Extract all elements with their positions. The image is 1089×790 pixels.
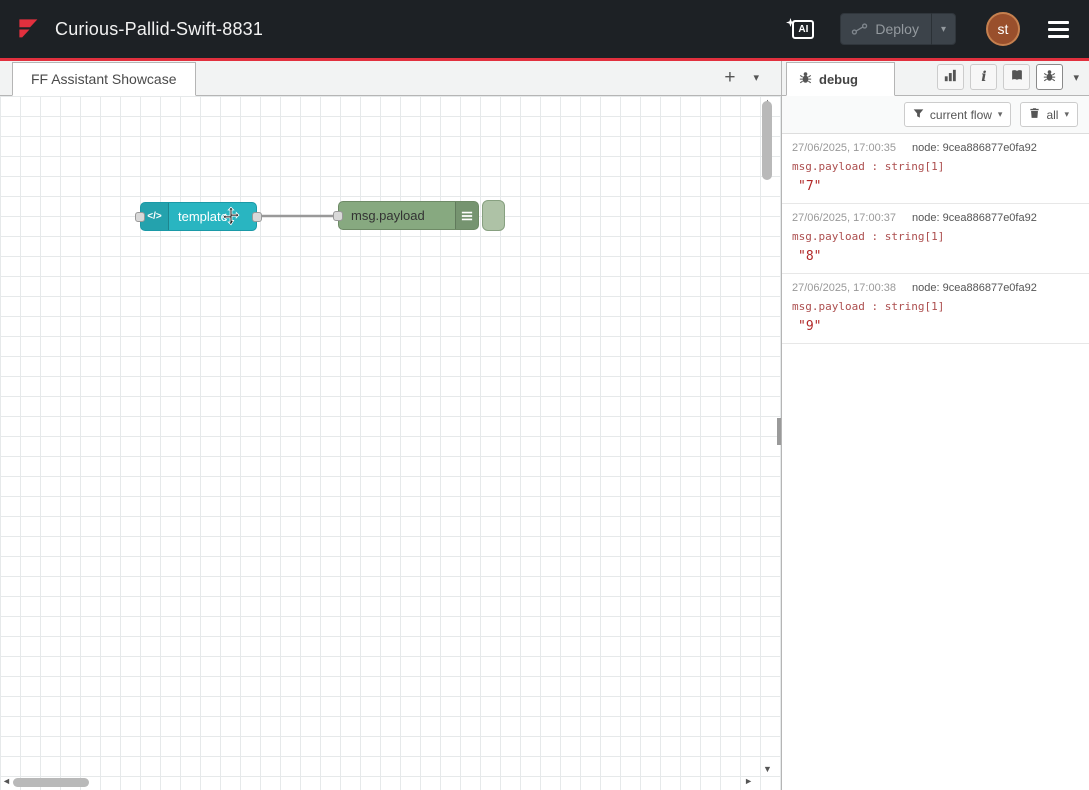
deploy-icon xyxy=(851,22,868,36)
debug-list-icon xyxy=(455,202,478,229)
message-node-id: node: 9cea886877e0fa92 xyxy=(912,282,1037,294)
ai-assistant-button[interactable]: AI xyxy=(792,20,814,39)
sidebar-tab-list-chevron[interactable]: ▾ xyxy=(1069,71,1083,84)
workspace: FF Assistant Showcase + ▾ </> template xyxy=(0,61,781,790)
tab-actions: + ▾ xyxy=(724,68,781,95)
message-timestamp: 27/06/2025, 17:00:38 xyxy=(792,282,896,294)
debug-message[interactable]: 27/06/2025, 17:00:35 node: 9cea886877e0f… xyxy=(782,134,1089,204)
canvas-horizontal-scrollbar[interactable]: ◄ ► xyxy=(0,776,757,789)
debug-node-label: msg.payload xyxy=(339,208,455,223)
scroll-right-arrow[interactable]: ► xyxy=(744,776,753,786)
canvas-vertical-scrollbar[interactable]: ▲ ▼ xyxy=(761,96,774,790)
scroll-down-arrow[interactable]: ▼ xyxy=(761,764,774,774)
deploy-button[interactable]: Deploy ▾ xyxy=(840,13,956,45)
template-input-port[interactable] xyxy=(135,212,145,222)
debug-message[interactable]: 27/06/2025, 17:00:37 node: 9cea886877e0f… xyxy=(782,204,1089,274)
add-flow-button[interactable]: + xyxy=(724,68,735,87)
template-node-label: template xyxy=(169,209,228,224)
debug-message-list: 27/06/2025, 17:00:35 node: 9cea886877e0f… xyxy=(782,134,1089,790)
deploy-label: Deploy xyxy=(875,21,919,37)
message-property: msg.payload : string[1] xyxy=(792,230,1079,243)
flow-tabbar: FF Assistant Showcase + ▾ xyxy=(0,61,781,96)
message-value: "8" xyxy=(792,249,1079,264)
instance-title: Curious-Pallid-Swift-8831 xyxy=(55,19,263,40)
dashboard-chart-button[interactable] xyxy=(937,64,964,90)
sparkle-icon xyxy=(786,15,795,30)
debug-clear-label: all xyxy=(1046,108,1058,122)
main-area: FF Assistant Showcase + ▾ </> template xyxy=(0,61,1089,790)
message-property: msg.payload : string[1] xyxy=(792,160,1079,173)
debug-message[interactable]: 27/06/2025, 17:00:38 node: 9cea886877e0f… xyxy=(782,274,1089,344)
message-node-id: node: 9cea886877e0fa92 xyxy=(912,142,1037,154)
sidebar-tabbar: debug i xyxy=(782,61,1089,96)
sidebar-resize-grip[interactable] xyxy=(777,418,781,445)
book-icon xyxy=(1010,69,1024,85)
debug-tab-button[interactable] xyxy=(1036,64,1063,90)
debug-filter-toolbar: current flow ▾ all ▾ xyxy=(782,96,1089,134)
scroll-left-arrow[interactable]: ◄ xyxy=(2,776,11,786)
deploy-options-chevron[interactable]: ▾ xyxy=(932,24,955,35)
bug-icon xyxy=(1043,69,1056,85)
main-menu-button[interactable] xyxy=(1044,17,1073,42)
ai-label: AI xyxy=(792,20,814,39)
debug-enable-toggle[interactable] xyxy=(482,200,505,231)
debug-input-port[interactable] xyxy=(333,211,343,221)
template-code-icon: </> xyxy=(141,203,169,230)
bug-icon xyxy=(799,71,812,87)
template-output-port[interactable] xyxy=(252,212,262,222)
vertical-scroll-thumb[interactable] xyxy=(762,101,772,180)
debug-clear-button[interactable]: all ▾ xyxy=(1020,102,1078,127)
message-timestamp: 27/06/2025, 17:00:37 xyxy=(792,212,896,224)
flow-canvas[interactable]: </> template msg.payload xyxy=(0,96,781,790)
bar-chart-icon xyxy=(944,69,957,85)
horizontal-scroll-thumb[interactable] xyxy=(13,778,89,787)
message-timestamp: 27/06/2025, 17:00:35 xyxy=(792,142,896,154)
template-node[interactable]: </> template xyxy=(140,202,257,231)
flowfuse-logo-icon xyxy=(16,16,43,43)
sidebar-tab-debug-label: debug xyxy=(819,72,858,87)
message-value: "7" xyxy=(792,179,1079,194)
funnel-icon xyxy=(913,108,924,122)
sidebar-icon-buttons: i ▾ xyxy=(937,64,1089,95)
sidebar-tab-debug[interactable]: debug xyxy=(786,62,895,96)
flow-tab-label: FF Assistant Showcase xyxy=(31,71,177,87)
trash-icon xyxy=(1029,107,1040,122)
app-window: Curious-Pallid-Swift-8831 AI Deploy ▾ st xyxy=(0,0,1089,790)
flow-list-chevron[interactable]: ▾ xyxy=(753,71,759,84)
info-icon: i xyxy=(981,70,986,84)
right-sidebar: debug i xyxy=(781,61,1089,790)
message-node-id: node: 9cea886877e0fa92 xyxy=(912,212,1037,224)
flow-tab-active[interactable]: FF Assistant Showcase xyxy=(12,62,196,96)
help-tab-button[interactable] xyxy=(1003,64,1030,90)
debug-node[interactable]: msg.payload xyxy=(338,201,479,230)
app-header: Curious-Pallid-Swift-8831 AI Deploy ▾ st xyxy=(0,0,1089,61)
info-tab-button[interactable]: i xyxy=(970,64,997,90)
debug-filter-button[interactable]: current flow ▾ xyxy=(904,102,1012,127)
user-avatar[interactable]: st xyxy=(986,12,1020,46)
message-property: msg.payload : string[1] xyxy=(792,300,1079,313)
debug-filter-label: current flow xyxy=(930,108,992,122)
message-value: "9" xyxy=(792,319,1079,334)
